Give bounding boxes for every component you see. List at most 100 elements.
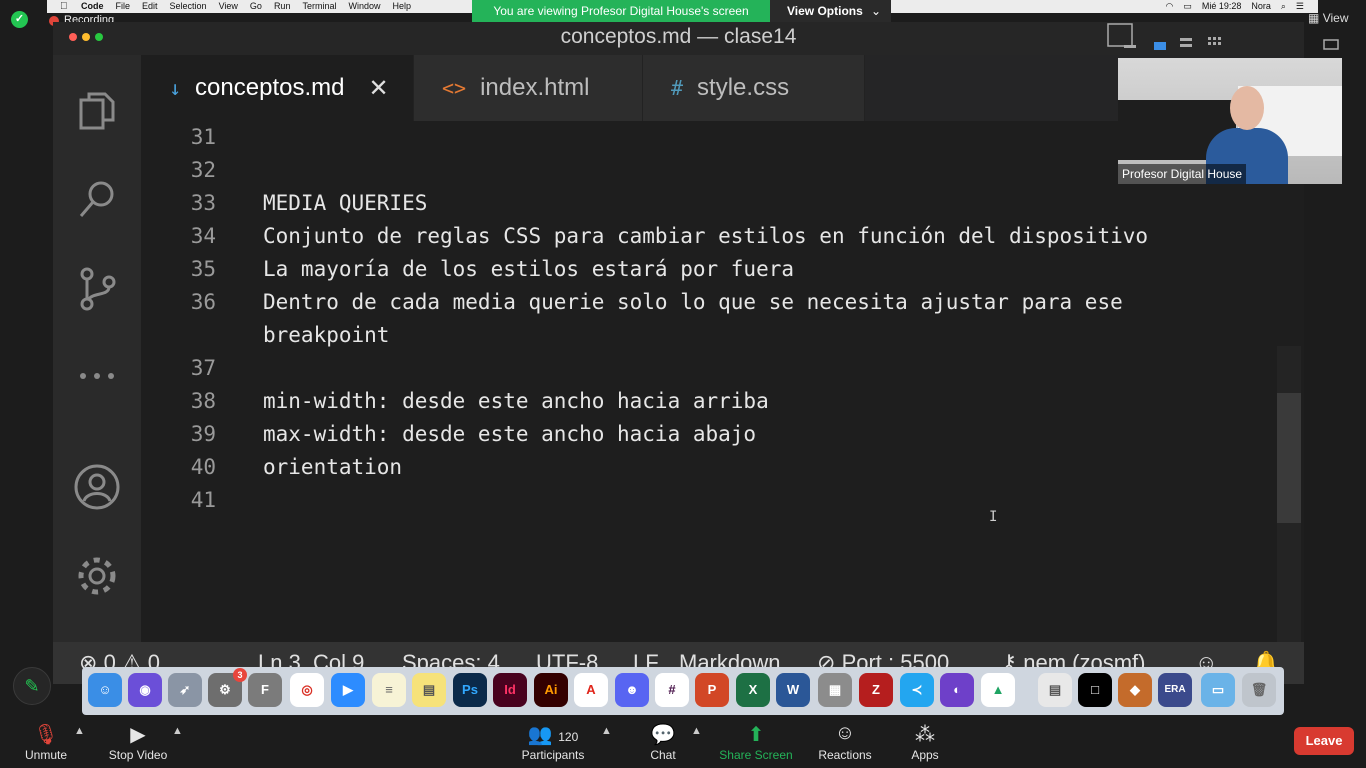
control-center-icon[interactable]: ☰ [1296,0,1304,13]
annotate-pencil-icon[interactable]: ✎ [13,667,51,705]
document-icon[interactable]: ▤ [1038,673,1072,707]
muted-mic-icon: 🎙 [33,724,59,746]
menu-help[interactable]: Help [392,0,411,13]
chat-bubble-icon: 💬 [650,724,676,746]
spotlight-icon[interactable]: ⌕ [1281,0,1286,13]
account-icon[interactable] [73,463,121,511]
tab-style-css[interactable]: # style.css [643,55,865,121]
more-icon[interactable] [73,352,121,400]
github-icon[interactable]: ◐ [940,673,974,707]
word-icon[interactable]: W [776,673,810,707]
photoshop-icon[interactable]: Ps [453,673,487,707]
code-line: 36 Dentro de cada media querie solo lo qu… [141,286,1271,319]
code-line: 31 [141,121,1271,154]
share-banner: You are viewing Profesor Digital House's… [472,0,770,22]
stop-video-button[interactable]: ▶ Stop Video [102,715,174,768]
source-control-icon[interactable] [73,264,121,312]
menu-go[interactable]: Go [250,0,262,13]
share-screen-icon: ⬆ [747,724,765,746]
line-number: 34 [190,224,216,248]
activity-bar [53,55,141,642]
share-screen-label: Share Screen [719,748,793,762]
system-preferences-icon[interactable]: ⚙ 3 [208,668,247,707]
folder-icon[interactable]: ▭ [1201,673,1235,707]
close-tab-icon[interactable]: ✕ [368,74,388,103]
line-number: 32 [190,158,216,182]
share-screen-button[interactable]: ⬆ Share Screen [716,715,796,768]
line-text: MEDIA QUERIES [263,191,428,215]
slack-icon[interactable]: # [655,673,689,707]
security-shield-icon[interactable]: ✓ [11,11,28,28]
siri-icon[interactable]: ◉ [128,673,162,707]
tab-conceptos-md[interactable]: ↓ conceptos.md ✕ [141,55,414,121]
powerpoint-icon[interactable]: P [695,673,729,707]
image-thumbnail-icon[interactable]: ◆ [1118,673,1152,707]
screen-app-icon[interactable]: □ [1078,673,1112,707]
scrollbar-thumb[interactable] [1277,393,1301,523]
explorer-icon[interactable] [73,88,121,136]
stickies-icon[interactable]: ▤ [412,673,446,707]
gear-icon[interactable] [73,552,121,600]
reactions-label: Reactions [818,748,872,762]
acrobat-icon[interactable]: A [574,673,608,707]
chat-button[interactable]: 💬 Chat [638,715,688,768]
notes-icon[interactable]: ≡ [372,673,406,707]
line-number: 38 [190,389,216,413]
chevron-up-icon[interactable]: ▲ [691,725,702,737]
chevron-up-icon[interactable]: ▲ [601,725,612,737]
menu-terminal[interactable]: Terminal [302,0,336,13]
era-app-icon[interactable]: ERA [1158,673,1192,707]
indesign-icon[interactable]: Id [493,673,527,707]
menu-file[interactable]: File [116,0,131,13]
chrome-icon[interactable]: ◎ [290,673,324,707]
line-number: 36 [190,290,216,314]
menu-app[interactable]: Code [81,0,104,13]
filezilla-icon[interactable]: Z [859,673,893,707]
finder-icon[interactable]: ☺ [88,673,122,707]
menubar-user[interactable]: Nora [1251,0,1271,13]
excel-icon[interactable]: X [736,673,770,707]
apps-icon: ⁂ [915,724,935,746]
apple-icon[interactable]:  [60,0,68,13]
menu-view[interactable]: View [219,0,238,13]
zoom-video-layout-controls [1104,20,1366,58]
reactions-button[interactable]: ☺ Reactions [812,715,878,768]
view-button[interactable]: ▦ View [1308,11,1348,25]
font-app-icon[interactable]: F [248,673,282,707]
menu-run[interactable]: Run [274,0,291,13]
wifi-icon[interactable]: ◠ [1165,0,1173,13]
discord-icon[interactable]: ☻ [615,673,649,707]
speaker-video-tile[interactable]: Profesor Digital House [1118,58,1342,184]
line-text: La mayoría de los estilos estará por fue… [263,257,795,281]
layout-icons[interactable] [1104,20,1366,58]
calculator-icon[interactable]: ▦ [818,673,852,707]
battery-icon[interactable]: ▭ [1183,0,1192,13]
launchpad-icon[interactable]: ➶ [168,673,202,707]
stop-video-label: Stop Video [108,748,168,762]
view-options-button[interactable]: View Options ⌄ [770,0,891,22]
vscode-icon[interactable]: ≺ [900,673,934,707]
menubar-clock[interactable]: Mié 19:28 [1202,0,1242,13]
zoom-app-icon[interactable]: ▶ [331,673,365,707]
chevron-up-icon[interactable]: ▲ [172,725,183,737]
chat-label: Chat [650,748,676,762]
tab-index-html[interactable]: <> index.html [414,55,643,121]
participants-button[interactable]: 👥 120 Participants [515,715,591,768]
menu-edit[interactable]: Edit [142,0,158,13]
leave-button[interactable]: Leave [1294,727,1354,755]
google-drive-icon[interactable]: ▲ [981,673,1015,707]
line-number: 37 [190,356,216,380]
menu-selection[interactable]: Selection [170,0,207,13]
illustrator-icon[interactable]: Ai [534,673,568,707]
code-editor[interactable]: 31 32 33 MEDIA QUERIES 34 Conjunto de regl… [141,121,1304,646]
chevron-up-icon[interactable]: ▲ [74,725,85,737]
code-line: 41 [141,484,1271,517]
apps-button[interactable]: ⁂ Apps [902,715,948,768]
mac-dock: ☺ ◉ ➶ ⚙ 3 F ◎ ▶ ≡ ▤ Ps Id Ai A ☻ # P X W … [82,667,1284,715]
trash-icon[interactable]: 🗑 [1242,673,1276,707]
view-options-label: View Options [787,4,863,18]
menu-window[interactable]: Window [348,0,380,13]
unmute-button[interactable]: 🎙 Unmute [12,715,80,768]
search-icon[interactable] [73,176,121,224]
line-text: max-width: desde este ancho hacia abajo [263,422,757,446]
